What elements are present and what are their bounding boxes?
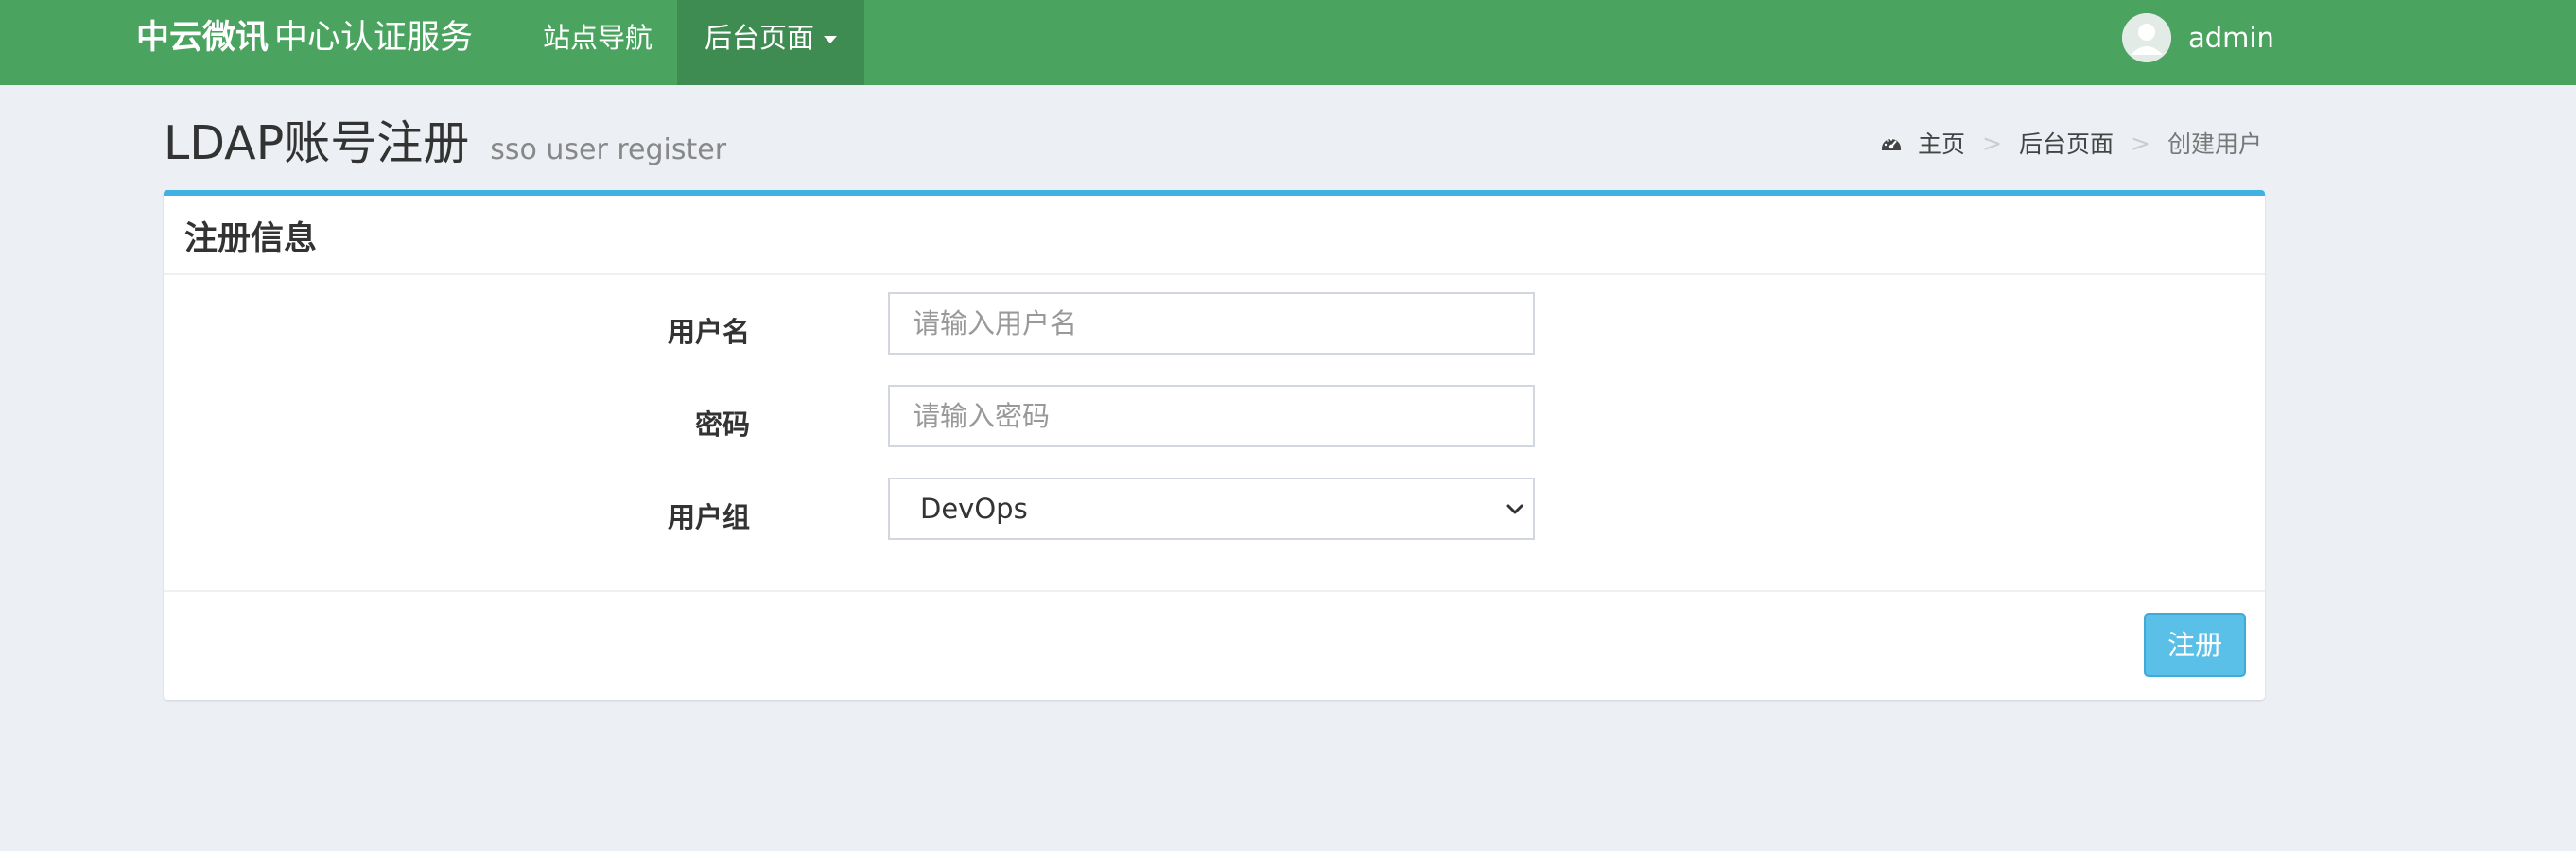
- breadcrumb: 主页 > 后台页面 > 创建用户: [1880, 126, 2262, 160]
- page-title: LDAP账号注册: [164, 116, 470, 170]
- nav-admin-dropdown[interactable]: 后台页面: [677, 0, 864, 85]
- group-select[interactable]: DevOps: [888, 478, 1535, 540]
- nav-site-navigation-label: 站点导航: [543, 22, 653, 54]
- breadcrumb-separator: >: [1982, 129, 2003, 157]
- password-input[interactable]: [888, 385, 1535, 447]
- panel-footer-divider: [164, 590, 2265, 592]
- page-header: LDAP账号注册 sso user register: [164, 106, 726, 173]
- panel-header-divider: [164, 273, 2265, 275]
- username-label: 用户名: [667, 316, 750, 348]
- group-label: 用户组: [667, 501, 750, 533]
- register-panel: 注册信息 用户名 密码 用户组 DevOps 注册: [164, 190, 2265, 700]
- breadcrumb-home[interactable]: 主页: [1918, 126, 1965, 160]
- brand-name: 中云微讯: [136, 19, 270, 57]
- dashboard-icon: [1882, 138, 1902, 150]
- top-navbar: 中云微讯 中心认证服务 站点导航 后台页面 admin: [0, 0, 2576, 85]
- caret-down-icon: [824, 36, 837, 43]
- register-button[interactable]: 注册: [2144, 613, 2246, 677]
- nav-site-navigation[interactable]: 站点导航: [543, 0, 653, 85]
- user-menu[interactable]: admin: [2122, 11, 2274, 64]
- panel-title: 注册信息: [184, 220, 318, 258]
- brand-subtitle: 中心认证服务: [274, 19, 474, 57]
- page-subtitle: sso user register: [490, 133, 727, 166]
- chevron-down-icon: [1506, 504, 1523, 514]
- breadcrumb-separator: >: [2131, 129, 2150, 157]
- user-name: admin: [2188, 22, 2274, 54]
- group-select-value: DevOps: [920, 493, 1028, 525]
- password-label: 密码: [694, 408, 750, 441]
- avatar-icon: [2122, 13, 2171, 62]
- breadcrumb-admin[interactable]: 后台页面: [2019, 126, 2114, 160]
- nav-admin-label: 后台页面: [704, 22, 814, 54]
- breadcrumb-current: 创建用户: [2167, 130, 2262, 158]
- brand-logo[interactable]: 中云微讯 中心认证服务: [136, 0, 473, 85]
- username-input[interactable]: [888, 292, 1535, 355]
